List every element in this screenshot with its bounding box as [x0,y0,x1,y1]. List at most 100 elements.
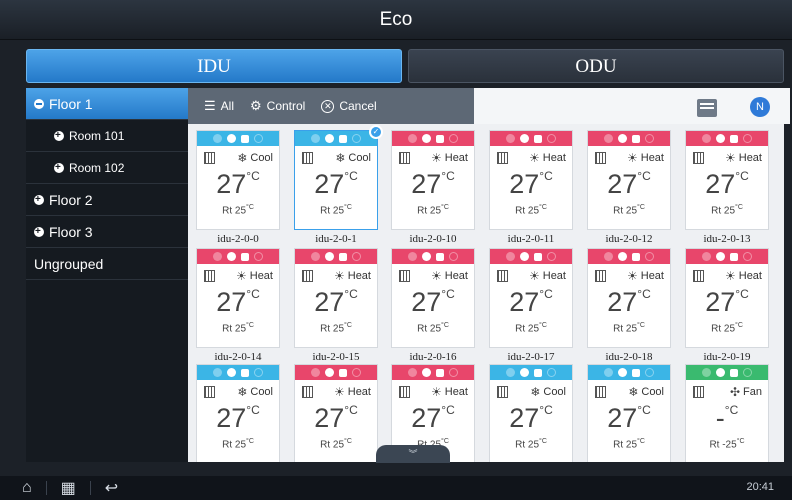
unit-card[interactable]: ☀Heat27°CRt 25°C [489,130,573,230]
sidebar-item-floor-3[interactable]: Floor 3 [26,216,188,248]
temp-unit: °C [539,403,553,417]
indoor-unit-icon [693,152,704,164]
rt-unit: °C [637,322,645,329]
temp-value: 27 [705,287,736,317]
mode-label: Heat [640,152,664,164]
unit-card[interactable]: ☀Heat27°CRt 25°C [587,130,671,230]
rt-unit: °C [539,322,547,329]
rt-unit: °C [246,322,254,329]
back-icon[interactable]: ↩ [105,478,118,498]
cancel-button[interactable]: ✕ Cancel [321,99,377,113]
grid-menu-icon[interactable]: ▦ [61,478,76,498]
rt-value: Rt 25 [320,323,345,335]
timer-icon [325,368,334,377]
power-icon [311,368,320,377]
indoor-unit-icon [302,152,313,164]
status-bar [686,131,768,146]
lock-icon [632,252,640,261]
temp-value: 27 [509,169,540,199]
mode-label: Heat [347,270,371,282]
sidebar-item-label: Floor 2 [49,191,93,208]
set-temperature: 27°C [295,400,377,438]
unit-card[interactable]: ☀Heat27°CRt 25°C [196,248,280,348]
tab-idu[interactable]: IDU [26,49,402,83]
temp-value: 27 [705,169,736,199]
status-bar [490,365,572,380]
timer-icon [227,134,236,143]
set-temperature: 27°C [490,284,572,322]
unit-settings-icon[interactable] [697,99,717,117]
fault-icon [743,134,752,143]
power-icon [408,134,417,143]
rt-unit: °C [539,204,547,211]
mode-label: Heat [738,152,762,164]
room-temperature: Rt 25°C [686,322,768,334]
power-icon [604,252,613,261]
rt-unit: °C [735,322,743,329]
unit-card[interactable]: ☀Heat27°CRt 25°C [391,248,475,348]
indoor-unit-icon [399,270,410,282]
timer-icon [520,134,529,143]
select-all-button[interactable]: ☰ All [204,98,234,114]
unit-card[interactable]: ☀Heat27°CRt 25°C [294,364,378,462]
heat-mode-icon: ☀ [528,269,540,283]
unit-card[interactable]: ☀Heat27°CRt 25°C [294,248,378,348]
mode-label: Heat [347,386,371,398]
rt-value: Rt 25 [320,205,345,217]
unit-name: idu-2-0-18 [605,351,653,363]
rt-unit: °C [735,204,743,211]
sidebar-item-ungrouped[interactable]: Ungrouped [26,248,188,280]
control-button[interactable]: ⚙ Control [250,98,305,114]
lock-icon [632,134,640,143]
sidebar-item-floor-1[interactable]: Floor 1 [26,88,188,120]
timer-icon [618,368,627,377]
rt-unit: °C [344,204,352,211]
unit-card[interactable]: ❄ Cool 27°C Rt 25°C [196,130,280,230]
unit-card[interactable]: ❄ Cool 27°C Rt 25°C [587,364,671,462]
sidebar-item-floor-2[interactable]: Floor 2 [26,184,188,216]
unit-card[interactable]: ✣ Fan -°C Rt -25°C [685,364,769,462]
heat-mode-icon: ☀ [626,151,638,165]
temp-value: 27 [411,403,442,433]
heat-mode-icon: ☀ [430,269,442,283]
unit-card[interactable]: ❄ Cool 27°C Rt 25°C ✓ [294,125,383,230]
indoor-unit-icon [595,386,606,398]
temp-unit: °C [344,403,358,417]
fault-icon [254,368,263,377]
lock-icon [730,368,738,377]
unit-name: idu-2-0-12 [605,233,653,245]
set-temperature: 27°C [392,284,474,322]
notification-badge[interactable]: N [750,97,770,117]
tab-odu[interactable]: ODU [408,49,784,83]
indoor-unit-icon [204,152,215,164]
unit-card[interactable]: ☀Heat27°CRt 25°C [685,248,769,348]
lock-icon [339,252,347,261]
unit-card[interactable]: ☀Heat27°CRt 25°C [489,248,573,348]
status-bar [588,249,670,264]
unit-card[interactable]: ☀Heat27°CRt 25°C [391,130,475,230]
timer-icon [618,134,627,143]
fault-icon [743,368,752,377]
scroll-down-button[interactable]: ︾ [376,445,450,463]
rt-value: Rt 25 [613,439,638,451]
temp-value: - [715,403,725,433]
unit-name: idu-2-0-11 [507,233,555,245]
timer-icon [716,252,725,261]
sidebar-item-label: Room 102 [69,160,125,175]
heat-mode-icon: ☀ [235,269,247,283]
selected-check-icon: ✓ [369,125,383,139]
room-temperature: Rt 25°C [197,204,279,216]
temp-unit: °C [246,403,260,417]
unit-card[interactable]: ☀Heat27°CRt 25°C [587,248,671,348]
sidebar-item-room-101[interactable]: Room 101 [26,120,188,152]
room-temperature: Rt 25°C [490,438,572,450]
rt-unit: °C [736,438,745,445]
unit-card[interactable]: ❄ Cool 27°C Rt 25°C [489,364,573,462]
rt-value: Rt 25 [515,439,540,451]
sidebar-item-room-102[interactable]: Room 102 [26,152,188,184]
cool-mode-icon: ❄ [237,151,248,165]
unit-card[interactable]: ☀Heat27°CRt 25°C [685,130,769,230]
home-icon[interactable]: ⌂ [22,479,32,497]
power-icon [408,368,417,377]
unit-card[interactable]: ❄ Cool 27°C Rt 25°C [196,364,280,462]
